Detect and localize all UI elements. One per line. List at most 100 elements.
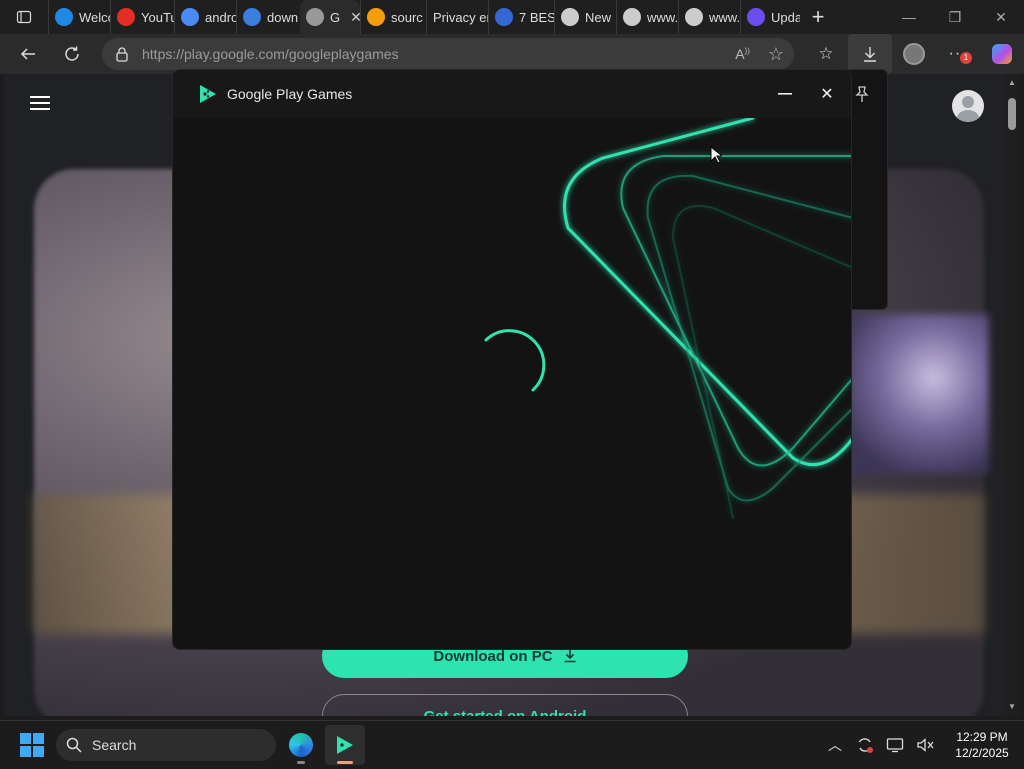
volume-muted-icon[interactable] <box>910 737 940 753</box>
google-play-games-window: Google Play Games ✕ <box>172 69 852 650</box>
start-button[interactable] <box>20 732 44 757</box>
hexagon-icon <box>747 8 765 26</box>
clock-time: 12:29 PM <box>956 730 1008 744</box>
address-bar[interactable]: https://play.google.com/googleplaygames … <box>102 38 794 70</box>
url-path: /googleplaygames <box>284 46 399 62</box>
scroll-down-icon[interactable]: ▼ <box>1007 702 1017 711</box>
browser-close-button[interactable]: ✕ <box>978 0 1024 34</box>
tab-label: New <box>585 9 612 25</box>
tab-actions-button[interactable] <box>0 0 48 34</box>
menu-icon[interactable] <box>30 96 50 110</box>
tab-label: Privacy en <box>433 9 488 25</box>
refresh-icon <box>65 46 79 61</box>
gpg-minimize-button[interactable] <box>773 84 797 104</box>
lock-icon[interactable] <box>102 46 142 62</box>
download-icon <box>864 47 876 62</box>
edge-icon <box>55 8 73 26</box>
close-tab-icon[interactable]: ✕ <box>350 9 360 26</box>
tab-label: andro <box>205 9 236 25</box>
clock-date: 12/2/2025 <box>955 746 1009 760</box>
tab-11[interactable]: Upda <box>740 0 800 34</box>
diamond-icon <box>367 8 385 26</box>
favorites-icon: ☆ <box>818 44 834 63</box>
get-started-android-button[interactable]: Get started on Android <box>322 694 688 716</box>
windows-taskbar: Search ︿ 12:29 PM 12/2/2025 <box>0 720 1024 768</box>
back-button[interactable] <box>8 34 48 74</box>
account-avatar[interactable] <box>952 90 984 122</box>
refresh-button[interactable] <box>52 34 92 74</box>
tab-label: down <box>267 9 299 25</box>
tab-6[interactable]: Privacy en <box>426 0 488 34</box>
tab-3[interactable]: down <box>236 0 300 34</box>
tab-5[interactable]: sourc <box>360 0 426 34</box>
download-icon <box>564 650 576 663</box>
network-icon[interactable] <box>880 737 910 753</box>
page-scrollbar[interactable]: ▲ ▼ <box>1004 74 1020 716</box>
scrollbar-thumb[interactable] <box>1008 98 1016 130</box>
browser-toolbar: https://play.google.com/googleplaygames … <box>0 34 1024 74</box>
tab-strip: Welco YouTu andro downG✕ sourc Privacy en 7 BE… <box>0 0 1024 34</box>
neon-triangle-outer <box>563 118 851 467</box>
sync-status-icon[interactable] <box>850 736 880 754</box>
taskbar-clock[interactable]: 12:29 PM 12/2/2025 <box>940 729 1024 761</box>
favorite-star-icon[interactable]: ☆ <box>768 44 784 65</box>
gpg-titlebar[interactable]: Google Play Games ✕ <box>173 70 851 118</box>
taskbar-edge[interactable] <box>281 725 321 765</box>
gpg-window-title: Google Play Games <box>227 86 353 102</box>
newtab-icon <box>561 8 579 26</box>
profile-button[interactable] <box>892 34 936 74</box>
minimize-icon <box>778 93 792 95</box>
taskbar-google-play-games[interactable] <box>325 725 365 765</box>
tab-label: Welco <box>79 9 110 25</box>
read-aloud-icon[interactable]: A)) <box>735 46 750 62</box>
close-icon: ✕ <box>820 86 834 103</box>
tab-10[interactable]: www. <box>678 0 740 34</box>
tab-1[interactable]: YouTu <box>110 0 174 34</box>
show-hidden-icons-button[interactable]: ︿ <box>820 735 850 755</box>
document-icon <box>685 8 703 26</box>
tab-0[interactable]: Welco <box>48 0 110 34</box>
google-play-games-logo-icon <box>200 85 216 103</box>
tab-4[interactable]: G ✕ <box>300 0 360 34</box>
neon-triangle-faint <box>671 205 851 519</box>
download-on-pc-label: Download on PC <box>433 647 553 665</box>
taskbar-search[interactable]: Search <box>56 729 276 761</box>
globe-icon <box>306 8 324 26</box>
tab-2[interactable]: andro <box>174 0 236 34</box>
copilot-icon <box>992 44 1012 64</box>
scroll-up-icon[interactable]: ▲ <box>1007 78 1017 87</box>
new-tab-button[interactable]: + <box>800 0 836 34</box>
browser-minimize-button[interactable]: — <box>886 0 932 34</box>
tab-label: www. <box>647 9 678 25</box>
chevron-up-icon: ︿ <box>828 737 842 753</box>
wordpress-icon <box>495 8 513 26</box>
notification-badge: 1 <box>960 52 972 64</box>
get-started-android-label: Get started on Android <box>423 707 587 717</box>
tab-label: 7 BES <box>519 9 554 25</box>
hero-image-right <box>849 314 989 474</box>
downloads-button[interactable] <box>848 34 892 74</box>
tab-label: sourc <box>391 9 423 25</box>
mouse-cursor-icon <box>710 146 722 164</box>
tab-actions-icon <box>16 10 32 24</box>
copilot-button[interactable] <box>980 34 1024 74</box>
favorites-button[interactable]: ☆ <box>804 34 848 74</box>
tab-7[interactable]: 7 BES <box>488 0 554 34</box>
back-arrow-icon <box>20 48 35 60</box>
search-label: Search <box>92 737 137 753</box>
loading-spinner-icon <box>484 329 546 392</box>
browser-restore-button[interactable]: ❐ <box>932 0 978 34</box>
pin-icon[interactable] <box>852 84 872 104</box>
document-icon <box>623 8 641 26</box>
search-icon <box>66 737 82 753</box>
url-domain: https://play.google.com <box>142 46 285 62</box>
gpg-close-button[interactable]: ✕ <box>815 84 839 104</box>
youtube-icon <box>117 8 135 26</box>
edge-icon <box>289 733 313 757</box>
tab-9[interactable]: www. <box>616 0 678 34</box>
search-icon <box>181 8 199 26</box>
tab-label: YouTu <box>141 9 174 25</box>
settings-more-button[interactable]: ··· 1 <box>936 34 980 74</box>
google-play-games-icon <box>337 736 353 754</box>
tab-8[interactable]: New <box>554 0 616 34</box>
